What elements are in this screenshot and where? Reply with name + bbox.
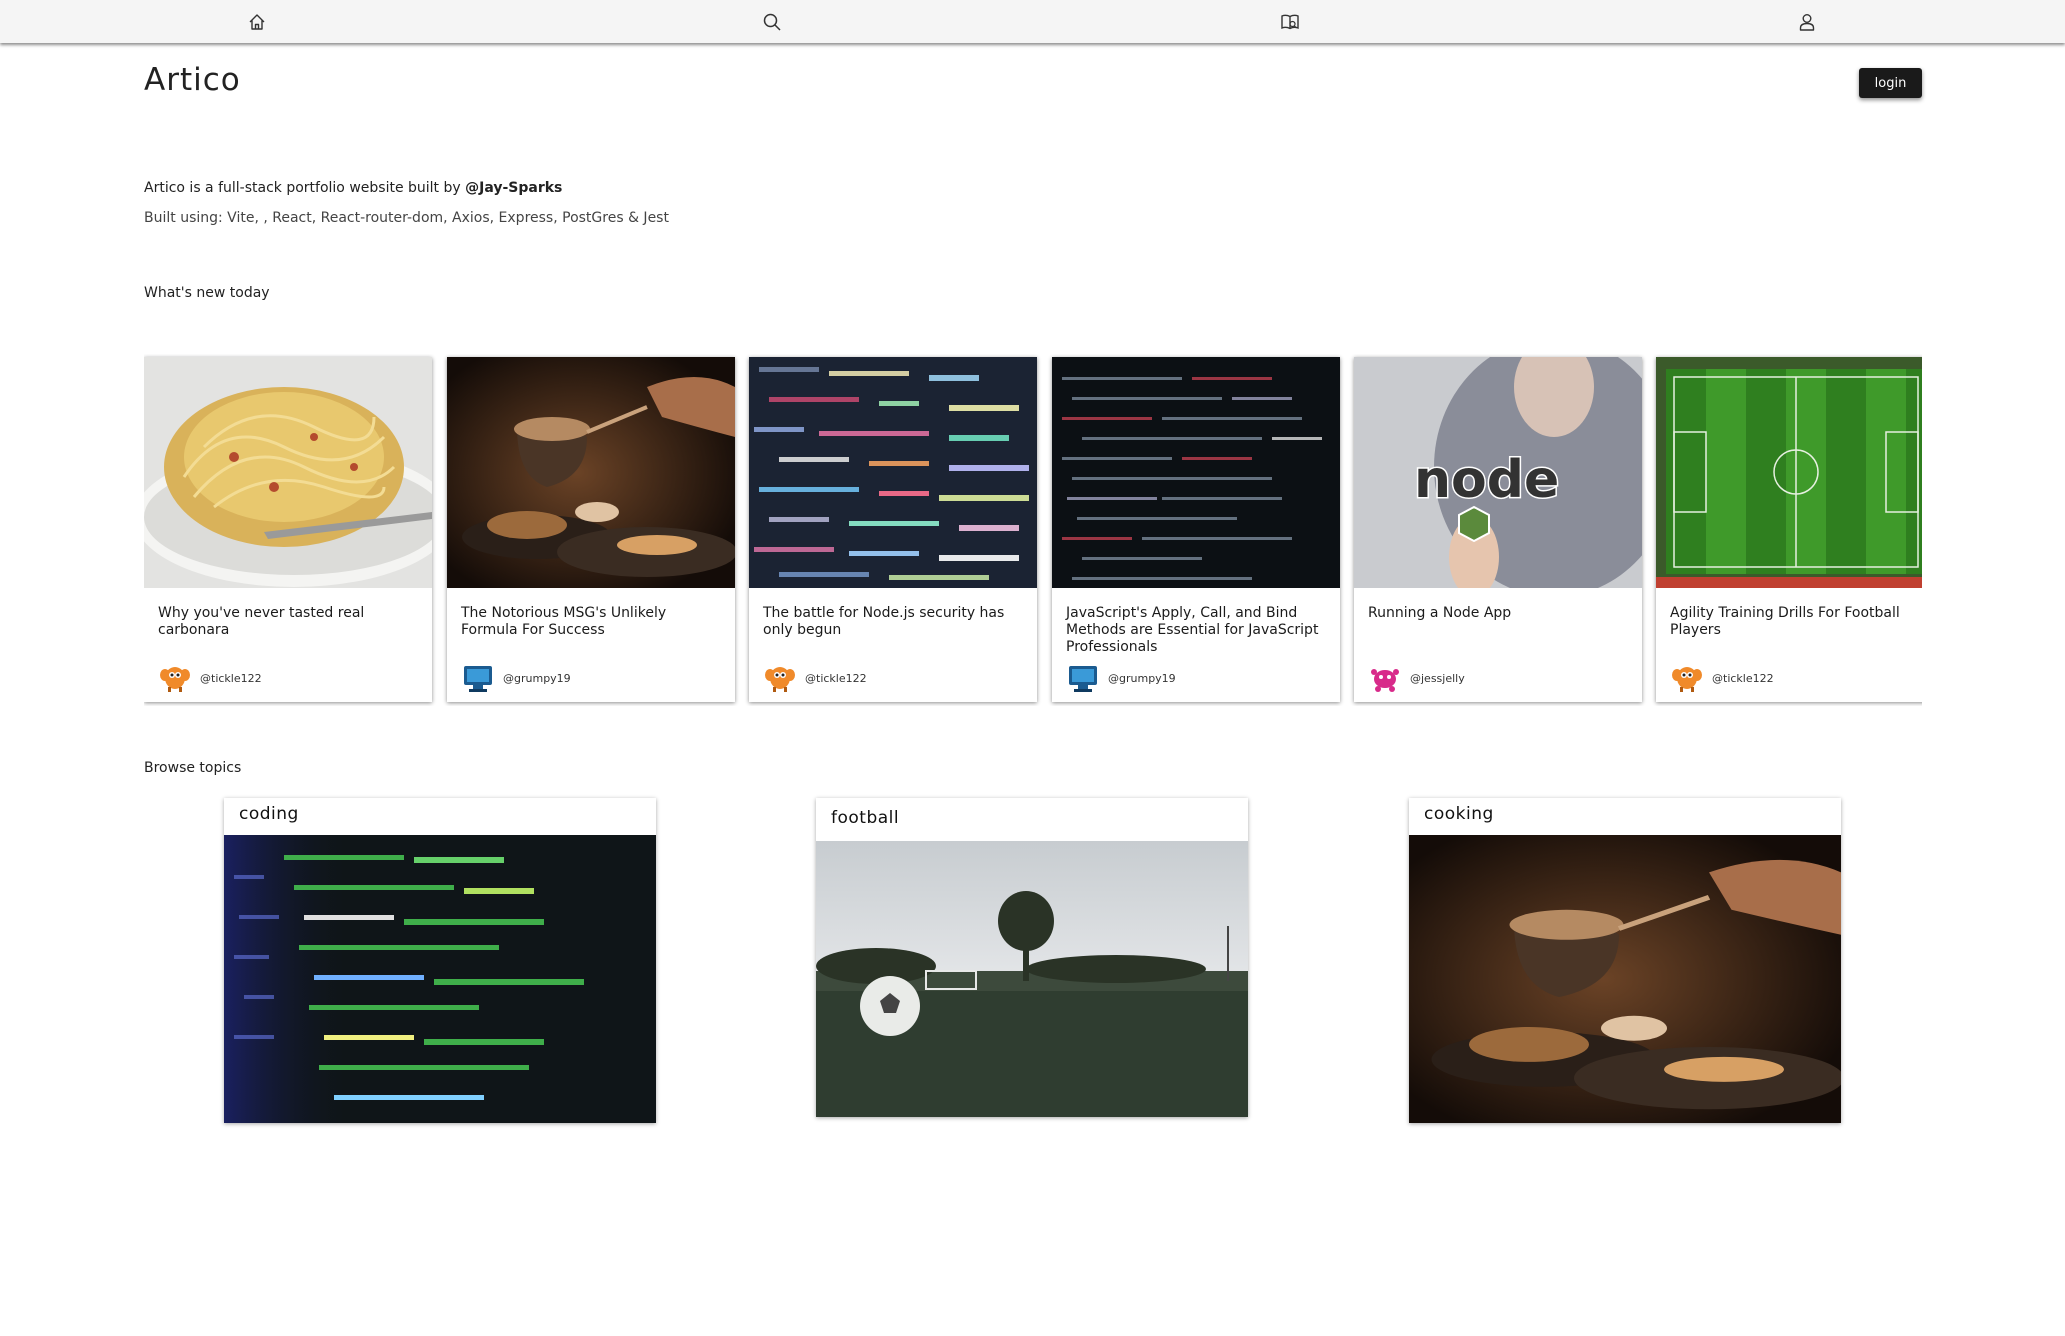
user-icon[interactable] [1793,8,1821,36]
article-author[interactable]: @tickle122 [158,662,262,694]
article-author[interactable]: @jessjelly [1368,662,1465,694]
topic-image [224,835,656,1123]
author-name: @grumpy19 [503,671,571,685]
topic-image [1409,835,1841,1123]
author-name: @tickle122 [200,671,262,685]
login-button[interactable]: login [1859,68,1922,98]
author-name: @tickle122 [1712,671,1774,685]
article-image [1656,357,1922,588]
article-card[interactable]: The Notorious MSG's Unlikely Formula For… [447,357,735,702]
article-image [447,357,735,588]
book-icon[interactable] [1276,8,1304,36]
whats-new-heading: What's new today [144,285,270,301]
topic-card-cooking[interactable]: cooking [1409,798,1841,1123]
article-image [1052,357,1340,588]
topic-label: cooking [1424,804,1494,824]
author-link[interactable]: @Jay-Sparks [465,180,562,196]
home-icon[interactable] [243,8,271,36]
article-card[interactable]: Running a Node App @jessjelly [1354,357,1642,702]
article-title: Running a Node App [1368,605,1512,621]
author-name: @tickle122 [805,671,867,685]
article-title: JavaScript's Apply, Call, and Bind Metho… [1066,605,1319,655]
avatar [1066,663,1100,693]
article-title: Agility Training Drills For Football Pla… [1670,605,1900,638]
article-card[interactable]: Agility Training Drills For Football Pla… [1656,357,1922,702]
article-card[interactable]: Why you've never tasted real carbonara @… [144,357,432,702]
article-title: The Notorious MSG's Unlikely Formula For… [461,605,667,638]
article-author[interactable]: @grumpy19 [461,662,571,694]
intro-text: Artico is a full-stack portfolio website… [144,180,562,196]
intro-sentence: Artico is a full-stack portfolio website… [144,180,466,196]
topic-image [816,841,1248,1117]
built-using-text: Built using: Vite, , React, React-router… [144,210,669,226]
avatar [763,663,797,693]
author-name: @jessjelly [1410,671,1465,685]
avatar [461,663,495,693]
article-card[interactable]: JavaScript's Apply, Call, and Bind Metho… [1052,357,1340,702]
article-author[interactable]: @tickle122 [763,662,867,694]
topic-label: football [831,808,900,828]
article-image [749,357,1037,588]
article-carousel[interactable]: Why you've never tasted real carbonara @… [144,354,1922,706]
article-image [1354,357,1642,588]
topic-card-football[interactable]: football [816,798,1248,1117]
topic-label: coding [239,804,299,824]
article-author[interactable]: @grumpy19 [1066,662,1176,694]
avatar [1670,663,1704,693]
avatar [1368,663,1402,693]
article-card[interactable]: The battle for Node.js security has only… [749,357,1037,702]
article-author[interactable]: @tickle122 [1670,662,1774,694]
topic-card-coding[interactable]: coding [224,798,656,1123]
article-title: The battle for Node.js security has only… [763,605,1005,638]
browse-topics-heading: Browse topics [144,760,242,776]
site-title: Artico [144,62,241,98]
article-image [144,357,432,588]
top-nav [0,0,2065,43]
search-icon[interactable] [758,8,786,36]
author-name: @grumpy19 [1108,671,1176,685]
avatar [158,663,192,693]
article-title: Why you've never tasted real carbonara [158,605,365,638]
